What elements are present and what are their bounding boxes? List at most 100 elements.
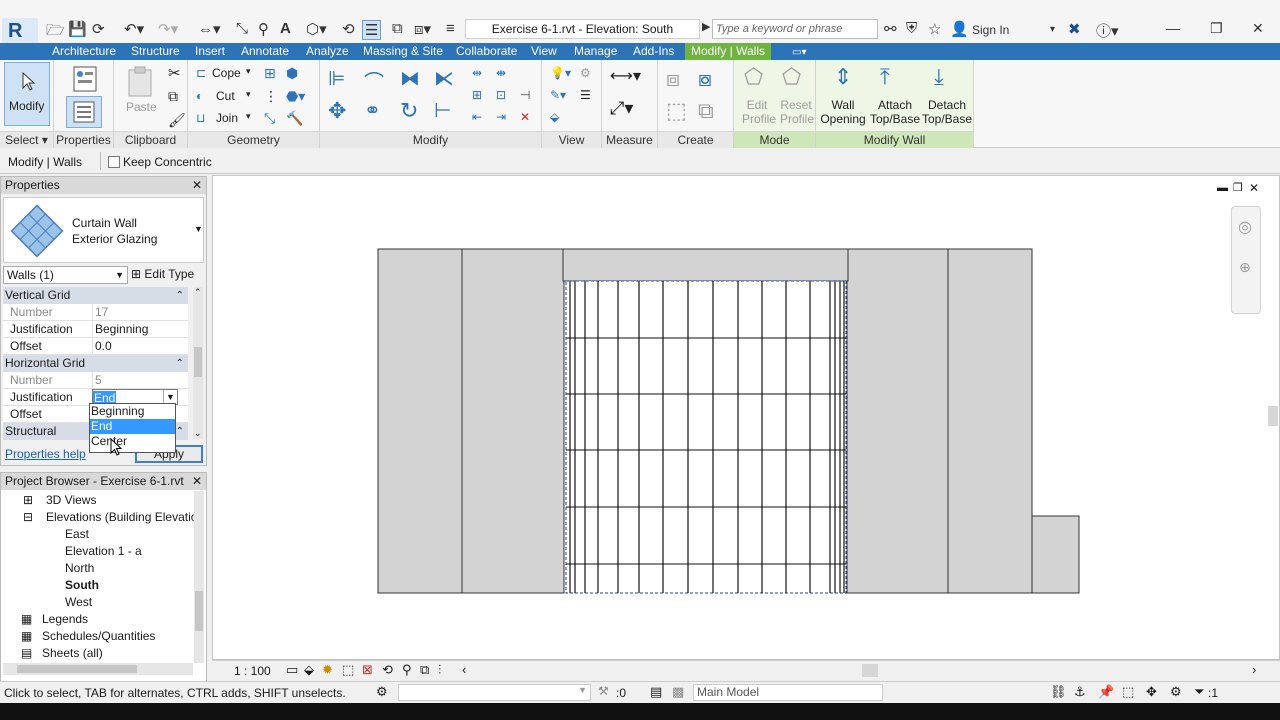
group-horizontal-grid[interactable]: Horizontal Grid ⌃ — [3, 355, 188, 372]
tab-annotate[interactable]: Annotate — [241, 44, 289, 59]
align-icon[interactable]: ⊫ — [328, 66, 345, 91]
tab-modify-walls[interactable]: Modify | Walls — [685, 43, 772, 60]
create-parts-icon[interactable]: ⧇ — [698, 66, 712, 92]
cope-button[interactable]: Cope — [212, 66, 241, 80]
scale-icon[interactable]: ⊡ — [496, 88, 506, 102]
remove-paint-icon[interactable]: ⤡ — [264, 110, 275, 127]
property-value[interactable]: Beginning — [92, 321, 188, 338]
close-hidden-icon[interactable]: ⧉ — [392, 20, 403, 37]
sync-icon[interactable]: ⟳ — [92, 20, 105, 38]
help-icon[interactable]: ⓘ▾ — [1096, 20, 1119, 41]
array-icon[interactable]: ⊞ — [472, 88, 482, 102]
scroll-thumb[interactable] — [195, 591, 203, 631]
switch-windows-icon[interactable]: ⧈▾ — [414, 20, 431, 38]
split-face-icon[interactable]: ⬢ — [286, 65, 298, 82]
undo-icon[interactable]: ↶▾ — [124, 20, 144, 38]
tree-item-schedules[interactable]: Schedules/Quantities — [42, 629, 155, 643]
edit-profile-button[interactable]: Edit Profile — [742, 98, 776, 126]
join-button[interactable]: Join — [216, 111, 238, 125]
minimize-icon[interactable]: — — [1166, 20, 1180, 36]
tab-add-ins[interactable]: Add-Ins — [633, 44, 674, 59]
property-value[interactable]: 0.0 — [92, 338, 188, 355]
pin-icon[interactable]: ⇤ — [472, 110, 482, 124]
shadows-icon[interactable]: ⬚ — [342, 662, 354, 678]
ribbon-minimize-icon[interactable]: ▭▾ — [792, 45, 806, 60]
tree-item-east[interactable]: East — [65, 527, 89, 541]
text-icon[interactable]: A — [280, 20, 291, 37]
split-icon[interactable]: ⇹ — [472, 66, 482, 80]
offset-icon[interactable]: ⌒ — [364, 66, 384, 95]
view-scale[interactable]: 1 : 100 — [234, 664, 271, 678]
reveal-hidden-icon[interactable]: ⧉ — [420, 662, 429, 678]
create-similar-icon[interactable]: ⧉ — [698, 98, 714, 124]
collapse-icon[interactable]: ⊟ — [23, 510, 33, 524]
select-underlay-icon[interactable]: ⚓ — [1074, 684, 1086, 700]
select-box-icon[interactable]: ⬙ — [550, 110, 559, 124]
reset-profile-button[interactable]: Reset Profile — [780, 98, 814, 126]
chevron-right-icon[interactable]: ▶ — [702, 20, 710, 33]
cut-geometry-button[interactable]: Cut — [216, 89, 235, 103]
property-value[interactable]: 17 — [92, 304, 188, 321]
redo-icon[interactable]: ↷▾ — [158, 20, 178, 38]
unpin-icon[interactable]: ⇥ — [496, 110, 506, 124]
tab-analyze[interactable]: Analyze — [306, 44, 349, 59]
hammer-icon[interactable]: 🔨 — [286, 110, 303, 127]
close-properties-icon[interactable]: ✕ — [192, 177, 202, 194]
tree-item-elevations[interactable]: Elevations (Building Elevation — [46, 510, 204, 524]
scroll-thumb[interactable] — [194, 347, 202, 377]
user-icon[interactable]: 👤 — [950, 20, 969, 38]
attach-top-base-button[interactable]: Attach Top/Base — [870, 98, 920, 126]
modify-tool-button[interactable]: Modify — [4, 62, 50, 126]
scroll-right-icon[interactable]: › — [1252, 662, 1256, 677]
dimension-icon[interactable]: ⤡ — [236, 20, 248, 37]
favorites-star-icon[interactable]: ☆ — [928, 20, 941, 38]
scroll-left-icon[interactable]: ‹ — [462, 662, 466, 677]
scroll-down-icon[interactable]: ⌄ — [194, 428, 202, 439]
tab-architecture[interactable]: Architecture — [52, 44, 116, 59]
detach-top-base-button[interactable]: Detach Top/Base — [922, 98, 972, 126]
visual-style-icon[interactable]: ⬙ — [304, 662, 314, 678]
browser-scrollbar[interactable] — [194, 491, 204, 663]
tree-item-elevation-1-a[interactable]: Elevation 1 - a — [65, 544, 142, 558]
tree-item-3d-views[interactable]: 3D Views — [46, 493, 96, 507]
tag-icon[interactable]: ⚲ — [258, 20, 269, 38]
join-dropdown-icon[interactable]: ▾ — [246, 111, 251, 122]
analytical-model-icon[interactable]: ⫶ — [438, 662, 441, 678]
h-scroll-thumb[interactable] — [862, 664, 878, 677]
move-icon[interactable]: ✥ — [328, 98, 346, 124]
property-value[interactable]: 5 — [92, 372, 188, 389]
background-processes-icon[interactable]: ⚙ — [1170, 684, 1182, 700]
cope-dropdown-icon[interactable]: ▾ — [246, 66, 251, 77]
group-vertical-grid[interactable]: Vertical Grid ⌃ — [3, 287, 188, 304]
expand-icon[interactable]: ⊞ — [23, 493, 33, 507]
cut-dropdown-icon[interactable]: ▾ — [246, 89, 251, 100]
option-center[interactable]: Center — [90, 434, 175, 449]
wall-opening-button[interactable]: Wall Opening — [820, 98, 866, 126]
crop-view-icon[interactable]: ⊠ — [362, 662, 373, 678]
exchange-apps-icon[interactable]: ✖ — [1068, 20, 1081, 38]
worksets-icon[interactable]: ⚙ — [376, 684, 388, 700]
edit-type-button[interactable]: ⊞ Edit Type — [131, 266, 203, 284]
sign-in-button[interactable]: Sign In — [972, 23, 1009, 37]
scroll-thumb[interactable] — [17, 665, 137, 673]
properties-toggle-button[interactable] — [66, 96, 102, 128]
select-panel-title[interactable]: Select ▾ — [0, 131, 53, 148]
filter-icon[interactable]: ⏷ — [1194, 684, 1204, 700]
tree-item-sheets[interactable]: Sheets (all) — [42, 646, 103, 660]
trim-multiple-icon[interactable]: ⊣ — [520, 88, 530, 102]
scroll-up-icon[interactable]: ⌃ — [194, 287, 202, 298]
mirror-axis-icon[interactable]: ⧓ — [400, 66, 420, 91]
delete-icon[interactable]: ✕ — [520, 110, 530, 124]
tab-view[interactable]: View — [531, 44, 557, 59]
tab-collaborate[interactable]: Collaborate — [456, 44, 517, 59]
paint-icon[interactable]: ⬣▾ — [286, 88, 305, 105]
subscription-icon[interactable]: ⛨ — [906, 20, 917, 37]
override-graphics-icon[interactable]: ⚙ — [580, 66, 591, 80]
select-pinned-icon[interactable]: 📌 — [1098, 684, 1114, 700]
tree-item-north[interactable]: North — [65, 561, 94, 575]
restore-icon[interactable]: ❐ — [1210, 20, 1223, 37]
linework-icon[interactable]: ✎▾ — [550, 88, 566, 102]
view-scroll-thumb[interactable] — [1268, 406, 1278, 426]
section-icon[interactable]: ⟲ — [342, 20, 355, 38]
properties-help-link[interactable]: Properties help — [5, 447, 86, 461]
